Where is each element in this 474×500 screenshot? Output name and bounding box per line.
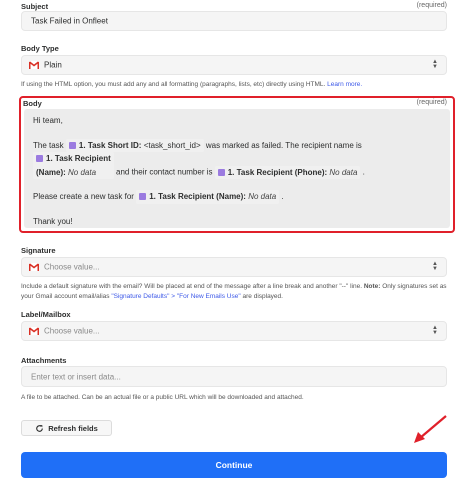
pill-value: No data: [329, 167, 358, 177]
pill-label: (Name):: [36, 167, 66, 177]
body-type-select[interactable]: Plain ▲ ▼: [21, 55, 447, 75]
body-paragraph-1: The task 1. Task Short ID: <task_short_i…: [33, 138, 441, 179]
continue-button[interactable]: Continue: [21, 452, 447, 478]
gmail-icon: [29, 263, 39, 271]
body-textarea[interactable]: Hi team, The task 1. Task Short ID: <tas…: [24, 109, 450, 228]
subject-label: Subject: [21, 2, 49, 11]
pill-square-icon: [139, 193, 147, 200]
pill-label: 1. Task Recipient: [46, 154, 111, 163]
body-field-highlight: Body (required) Hi team, The task 1. Tas…: [19, 96, 455, 233]
pill-value: No data: [248, 192, 277, 201]
body-required: (required): [416, 99, 447, 106]
pill-square-icon: [36, 155, 43, 162]
data-pill-task-recipient-name-2[interactable]: 1. Task Recipient (Name): No data: [136, 190, 280, 204]
attachments-help: A file to be attached. Can be an actual …: [21, 394, 304, 401]
signature-help-note: Note:: [363, 283, 381, 290]
subject-field[interactable]: Task Failed in Onfleet: [21, 11, 447, 31]
body-text: was marked as failed. The recipient name…: [205, 140, 362, 150]
body-paragraph-2: Please create a new task for 1. Task Rec…: [33, 190, 441, 204]
attachments-placeholder: Enter text or insert data...: [31, 372, 121, 381]
signature-label: Signature: [21, 246, 56, 255]
pill-value: <task_short_id>: [143, 140, 201, 150]
body-type-help: If using the HTML option, you must add a…: [21, 80, 451, 90]
attachments-input[interactable]: Enter text or insert data...: [21, 366, 447, 387]
learn-more-link[interactable]: Learn more.: [327, 81, 362, 88]
body-type-value: Plain: [44, 60, 62, 70]
pill-label: 1. Task Recipient (Name):: [149, 192, 246, 201]
body-label: Body: [23, 99, 42, 108]
pill-square-icon: [68, 141, 76, 149]
continue-label: Continue: [215, 460, 253, 470]
select-chevron-icon: ▲ ▼: [432, 325, 438, 336]
body-text: and their contact number is: [116, 167, 213, 177]
pill-square-icon: [217, 168, 225, 176]
data-pill-task-short-id[interactable]: 1. Task Short ID: <task_short_id>: [65, 138, 204, 152]
body-text: The task: [33, 140, 64, 150]
data-pill-task-recipient-name[interactable]: 1. Task Recipient (Name): No data: [33, 152, 114, 179]
signature-placeholder: Choose value...: [44, 262, 100, 272]
pill-label: 1. Task Recipient (Phone):: [227, 167, 328, 177]
signature-defaults-link[interactable]: "Signature Defaults" > "For New Emails U…: [111, 293, 240, 300]
body-greeting: Hi team,: [33, 116, 63, 125]
select-chevron-icon: ▲ ▼: [432, 59, 438, 70]
signature-help-text: are displayed.: [242, 292, 283, 300]
body-type-help-text: If using the HTML option, you must add a…: [21, 81, 326, 88]
signature-help: Include a default signature with the ema…: [21, 282, 451, 301]
pill-label: 1. Task Short ID:: [78, 140, 142, 150]
pill-value: No data: [68, 167, 97, 177]
body-text: .: [362, 167, 365, 177]
select-chevron-icon: ▲ ▼: [432, 261, 438, 272]
annotation-arrow-icon: [414, 415, 447, 443]
signature-help-text: Include a default signature with the ema…: [21, 283, 363, 290]
subject-value: Task Failed in Onfleet: [31, 16, 108, 26]
refresh-fields-label: Refresh fields: [48, 423, 98, 433]
gmail-icon: [29, 61, 39, 69]
attachments-label: Attachments: [21, 356, 67, 365]
signature-select[interactable]: Choose value... ▲ ▼: [21, 257, 447, 277]
label-mailbox-label: Label/Mailbox: [21, 310, 71, 319]
subject-required: (required): [416, 2, 447, 9]
refresh-icon: [36, 424, 44, 432]
data-pill-task-recipient-phone[interactable]: 1. Task Recipient (Phone): No data: [214, 165, 361, 179]
body-text: .: [281, 192, 284, 201]
gmail-icon: [29, 327, 39, 335]
label-mailbox-placeholder: Choose value...: [44, 326, 100, 336]
label-mailbox-select[interactable]: Choose value... ▲ ▼: [21, 321, 447, 341]
body-signoff: Thank you!: [33, 216, 73, 226]
body-text: Please create a new task for: [33, 192, 134, 201]
body-type-label: Body Type: [21, 44, 59, 53]
refresh-fields-button[interactable]: Refresh fields: [21, 420, 112, 436]
